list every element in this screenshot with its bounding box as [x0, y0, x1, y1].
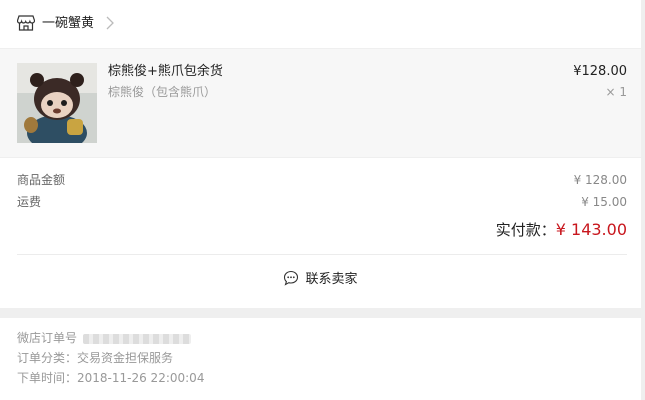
order-number-redacted — [83, 333, 192, 344]
order-type: 订单分类：交易资金担保服务 — [17, 351, 174, 365]
chevron-right-icon — [106, 16, 114, 30]
contact-seller-label: 联系卖家 — [305, 272, 358, 287]
store-icon — [17, 15, 35, 31]
shipping-label: 运费 — [17, 195, 42, 209]
order-summary: 商品金额 ¥ 128.00 运费 ¥ 15.00 实付款：¥ 143.00 联系… — [0, 158, 641, 308]
bear-plush-image — [17, 63, 97, 143]
order-number-label: 微店订单号 — [17, 331, 78, 345]
order-meta: 微店订单号 订单分类：交易资金担保服务 下单时间：2018-11-26 22:0… — [0, 318, 641, 400]
order-number: 微店订单号 — [17, 330, 192, 346]
product-spec: 棕熊俊（包含熊爪） — [108, 85, 217, 99]
total-paid: 实付款：¥ 143.00 — [496, 220, 627, 240]
divider — [17, 254, 627, 255]
contact-seller-button[interactable]: 联系卖家 — [0, 270, 641, 290]
total-label: 实付款： — [495, 221, 556, 239]
shop-name[interactable]: 一碗蟹黄 — [42, 15, 94, 33]
shipping-row: 运费 ¥ 15.00 — [17, 194, 627, 210]
total-amount: ¥ 143.00 — [555, 220, 627, 239]
order-time: 下单时间：2018-11-26 22:00:04 — [17, 371, 205, 385]
shipping-value: ¥ 15.00 — [581, 195, 627, 209]
product-quantity: × 1 — [605, 85, 627, 99]
product-thumbnail[interactable] — [17, 63, 97, 143]
product-title[interactable]: 棕熊俊+熊爪包余货 — [108, 63, 223, 81]
product-price: ¥128.00 — [573, 64, 627, 79]
shop-header[interactable]: 一碗蟹黄 — [0, 0, 641, 48]
goods-amount-label: 商品金额 — [17, 173, 66, 187]
chat-bubble-icon — [284, 270, 299, 286]
goods-amount-row: 商品金额 ¥ 128.00 — [17, 172, 627, 188]
order-item[interactable]: 棕熊俊+熊爪包余货 棕熊俊（包含熊爪） ¥128.00 × 1 — [0, 49, 641, 157]
goods-amount-value: ¥ 128.00 — [573, 173, 627, 187]
